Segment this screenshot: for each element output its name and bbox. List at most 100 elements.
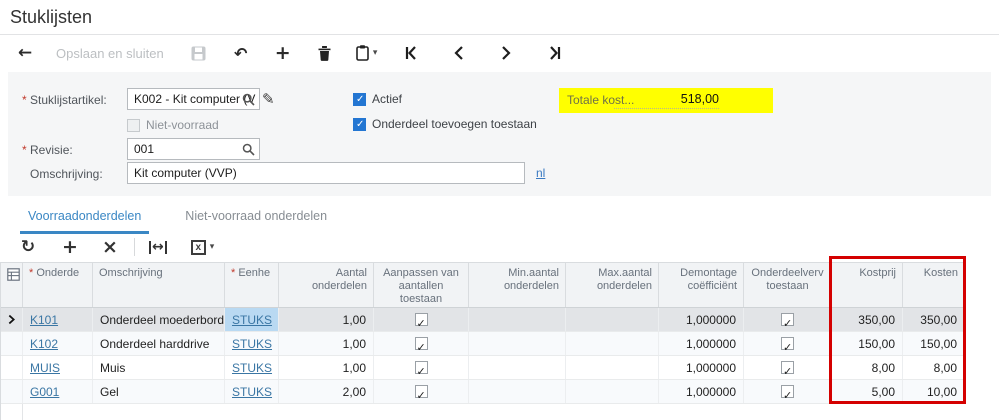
fit-width-icon[interactable]: ↔ <box>149 239 167 255</box>
vervanging-cell[interactable] <box>744 380 832 403</box>
aantal-cell[interactable]: 1,00 <box>279 356 374 379</box>
kostprijs-cell[interactable]: 5,00 <box>832 380 903 403</box>
table-row[interactable]: MUIS Muis STUKS 1,00 1,000000 8,00 8,00 <box>1 356 964 380</box>
table-row[interactable]: G001 Gel STUKS 2,00 1,000000 5,00 10,00 <box>1 380 964 404</box>
max-aantal-cell[interactable] <box>566 380 659 403</box>
eenheid-link[interactable]: STUKS <box>232 333 272 355</box>
add-row-icon[interactable]: + <box>62 236 78 258</box>
checkbox-checked[interactable] <box>415 337 428 350</box>
col-header-kosten[interactable]: Kosten <box>903 263 965 307</box>
aanpassen-cell[interactable] <box>374 380 469 403</box>
delete-icon[interactable] <box>314 40 336 66</box>
kosten-cell[interactable]: 8,00 <box>903 356 965 379</box>
onderdeel-link[interactable]: K102 <box>30 333 58 355</box>
row-settings-icon[interactable] <box>1 263 23 307</box>
nav-first-icon[interactable] <box>400 40 422 66</box>
checkbox-unchecked[interactable] <box>127 119 140 132</box>
omschrijving-cell[interactable]: Onderdeel moederbord <box>93 308 225 331</box>
demontage-cell[interactable]: 1,000000 <box>659 380 744 403</box>
stuklijstartikel-input[interactable]: K002 - Kit computer (V <box>127 88 260 110</box>
actief-checkbox[interactable]: Actief <box>353 92 402 106</box>
lookup-icon[interactable] <box>242 93 255 109</box>
col-header-min-aantal[interactable]: Min.aantal onderdelen <box>469 263 566 307</box>
col-header-demontage[interactable]: Demontage coëfficiënt <box>659 263 744 307</box>
locale-link[interactable]: nl <box>536 166 545 180</box>
aantal-cell[interactable]: 1,00 <box>279 332 374 355</box>
aanpassen-cell[interactable] <box>374 332 469 355</box>
aantal-cell[interactable]: 1,00 <box>279 308 374 331</box>
kosten-cell[interactable]: 150,00 <box>903 332 965 355</box>
col-header-onderdeel[interactable]: Onderde <box>23 263 93 307</box>
undo-icon[interactable]: ↶ <box>230 40 252 66</box>
eenheid-link[interactable]: STUKS <box>232 381 272 403</box>
aantal-cell[interactable]: 2,00 <box>279 380 374 403</box>
omschrijving-cell[interactable]: Onderdeel harddrive <box>93 332 225 355</box>
revisie-label: Revisie: <box>22 143 73 157</box>
col-header-aantal[interactable]: Aantal onderdelen <box>279 263 374 307</box>
aanpassen-cell[interactable] <box>374 308 469 331</box>
col-header-eenheid[interactable]: Eenhe <box>225 263 279 307</box>
aanpassen-cell[interactable] <box>374 356 469 379</box>
min-aantal-cell[interactable] <box>469 308 566 331</box>
kostprijs-cell[interactable]: 350,00 <box>832 308 903 331</box>
col-header-max-aantal[interactable]: Max.aantal onderdelen <box>566 263 659 307</box>
kostprijs-cell[interactable]: 8,00 <box>832 356 903 379</box>
eenheid-link[interactable]: STUKS <box>232 309 272 331</box>
edit-pencil-icon[interactable]: ✎ <box>262 90 275 108</box>
checkbox-checked[interactable] <box>353 93 366 106</box>
omschrijving-input[interactable]: Kit computer (VVP) <box>127 162 525 184</box>
checkbox-checked[interactable] <box>781 385 794 398</box>
min-aantal-cell[interactable] <box>469 332 566 355</box>
nav-last-icon[interactable] <box>544 40 566 66</box>
omschrijving-cell[interactable]: Gel <box>93 380 225 403</box>
checkbox-checked[interactable] <box>781 361 794 374</box>
onderdeel-toevoegen-checkbox[interactable]: Onderdeel toevoegen toestaan <box>353 117 537 131</box>
checkbox-checked[interactable] <box>415 385 428 398</box>
onderdeel-link[interactable]: G001 <box>30 381 59 403</box>
table-row[interactable]: K101 Onderdeel moederbord STUKS 1,00 1,0… <box>1 308 964 332</box>
nav-prev-icon[interactable] <box>448 40 470 66</box>
back-icon[interactable]: ← <box>14 40 36 66</box>
lookup-icon[interactable] <box>242 143 255 159</box>
kosten-cell[interactable]: 10,00 <box>903 380 965 403</box>
checkbox-checked[interactable] <box>415 313 428 326</box>
save-and-close-button[interactable]: Opslaan en sluiten <box>56 40 164 66</box>
nav-next-icon[interactable] <box>496 40 518 66</box>
col-header-omschrijving[interactable]: Omschrijving <box>93 263 225 307</box>
max-aantal-cell[interactable] <box>566 308 659 331</box>
save-icon[interactable] <box>188 40 210 66</box>
vervanging-cell[interactable] <box>744 308 832 331</box>
add-icon[interactable]: + <box>272 40 294 66</box>
onderdeel-link[interactable]: K101 <box>30 309 58 331</box>
col-header-aanpassen[interactable]: Aanpassen van aantallen toestaan <box>374 263 469 307</box>
min-aantal-cell[interactable] <box>469 380 566 403</box>
revisie-input[interactable]: 001 <box>127 138 260 160</box>
vervanging-cell[interactable] <box>744 332 832 355</box>
clipboard-icon[interactable]: ▾ <box>356 40 378 66</box>
checkbox-checked[interactable] <box>781 337 794 350</box>
vervanging-cell[interactable] <box>744 356 832 379</box>
checkbox-checked[interactable] <box>415 361 428 374</box>
checkbox-checked[interactable] <box>781 313 794 326</box>
demontage-cell[interactable]: 1,000000 <box>659 356 744 379</box>
eenheid-link[interactable]: STUKS <box>232 357 272 379</box>
niet-voorraad-checkbox[interactable]: Niet-voorraad <box>127 118 219 132</box>
max-aantal-cell[interactable] <box>566 356 659 379</box>
demontage-cell[interactable]: 1,000000 <box>659 308 744 331</box>
tab-niet-voorraad-onderdelen[interactable]: Niet-voorraad onderdelen <box>177 203 335 234</box>
omschrijving-cell[interactable]: Muis <box>93 356 225 379</box>
max-aantal-cell[interactable] <box>566 332 659 355</box>
checkbox-checked[interactable] <box>353 118 366 131</box>
kostprijs-cell[interactable]: 150,00 <box>832 332 903 355</box>
table-row[interactable]: K102 Onderdeel harddrive STUKS 1,00 1,00… <box>1 332 964 356</box>
demontage-cell[interactable]: 1,000000 <box>659 332 744 355</box>
onderdeel-link[interactable]: MUIS <box>30 357 60 379</box>
col-header-kostprijs[interactable]: Kostprij <box>832 263 903 307</box>
tab-voorraadonderdelen[interactable]: Voorraadonderdelen <box>20 203 149 234</box>
export-excel-icon[interactable]: x▾ <box>191 240 215 255</box>
refresh-icon[interactable]: ↻ <box>20 237 36 257</box>
min-aantal-cell[interactable] <box>469 356 566 379</box>
kosten-cell[interactable]: 350,00 <box>903 308 965 331</box>
col-header-onderdeelverv[interactable]: Onderdeelverv toestaan <box>744 263 832 307</box>
delete-row-icon[interactable]: × <box>102 236 118 258</box>
